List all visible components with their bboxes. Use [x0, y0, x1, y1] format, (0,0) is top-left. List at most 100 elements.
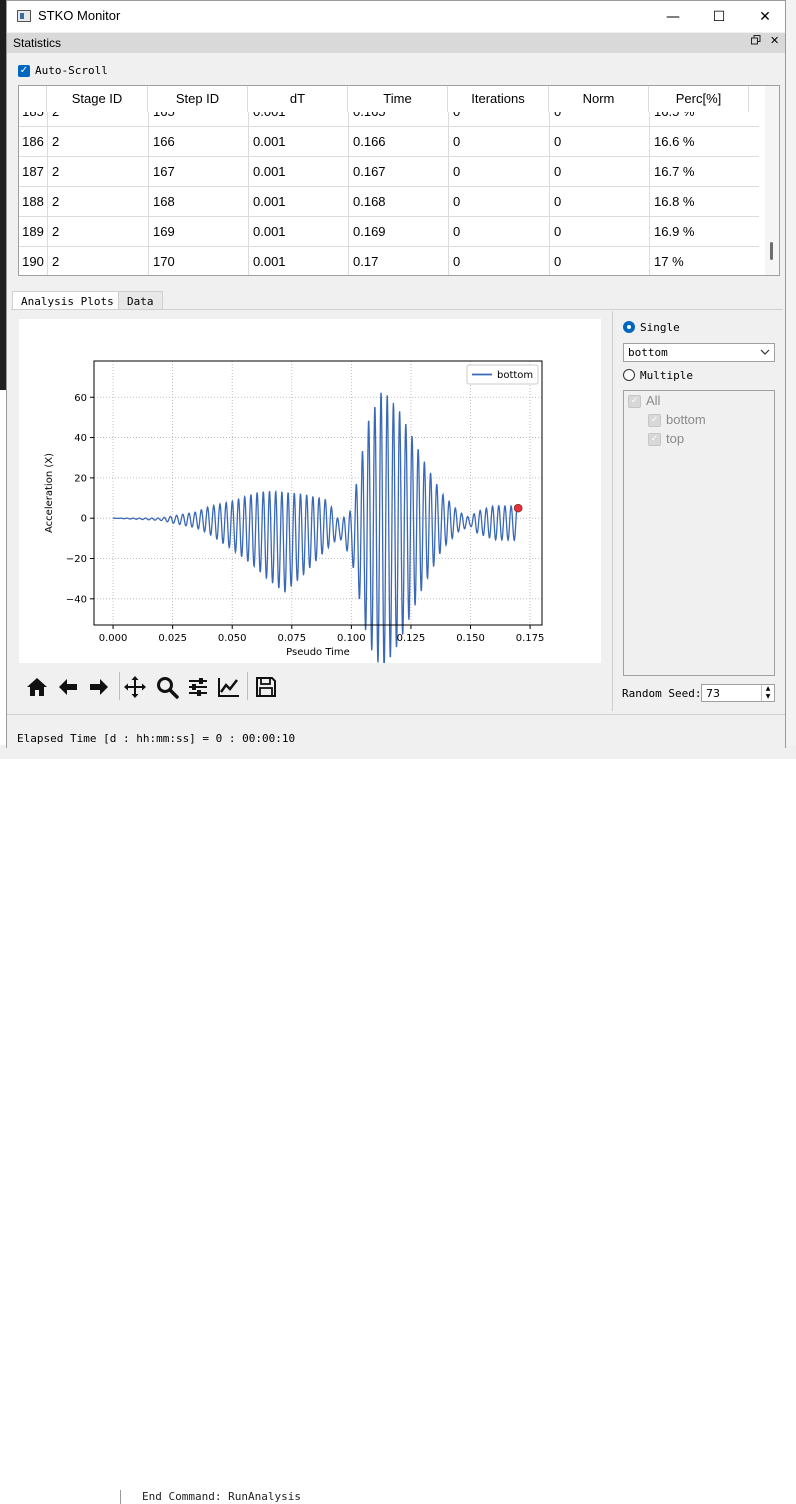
- tree-checkbox-all[interactable]: ✓: [628, 395, 641, 408]
- home-icon[interactable]: [25, 675, 49, 699]
- autoscroll-label: Auto-Scroll: [35, 64, 108, 77]
- row-number: 187: [19, 157, 47, 186]
- x-tick-label: 0.100: [337, 633, 366, 644]
- float-icon[interactable]: [751, 35, 761, 48]
- y-tick-label: −20: [66, 554, 87, 565]
- cell-dt: 0.001: [248, 247, 348, 275]
- cell-dt: 0.001: [248, 157, 348, 186]
- cell-iterations: 0: [448, 247, 549, 275]
- x-tick-label: 0.175: [516, 633, 545, 644]
- header-iterations[interactable]: Iterations: [448, 86, 549, 112]
- tree-label-top: top: [666, 431, 685, 446]
- x-tick-label: 0.000: [99, 633, 128, 644]
- edit-axis-icon[interactable]: [217, 675, 241, 699]
- x-tick-label: 0.150: [456, 633, 485, 644]
- corner-header[interactable]: [19, 86, 47, 112]
- row-number: 186: [19, 127, 47, 156]
- tab-data[interactable]: Data: [118, 291, 163, 310]
- header-stage-id[interactable]: Stage ID: [47, 86, 148, 112]
- dock-close-icon[interactable]: ✕: [770, 34, 779, 47]
- cell-step-id: 168: [148, 187, 248, 216]
- series-combobox[interactable]: bottom: [623, 343, 775, 362]
- cell-stage-id: 2: [47, 157, 148, 186]
- close-button[interactable]: ✕: [742, 1, 788, 32]
- close-icon: ✕: [759, 8, 771, 25]
- maximize-button[interactable]: ☐: [696, 1, 742, 32]
- single-radio[interactable]: [623, 321, 635, 333]
- random-seed-label: Random Seed:: [622, 687, 702, 700]
- cell-step-id: 169: [148, 217, 248, 246]
- y-tick-label: −40: [66, 594, 87, 605]
- y-tick-label: 0: [81, 514, 87, 525]
- cell-stage-id: 2: [47, 127, 148, 156]
- header-dt[interactable]: dT: [248, 86, 348, 112]
- table-header: Stage ID Step ID dT Time Iterations Norm…: [19, 86, 765, 112]
- cell-norm: 0: [549, 217, 649, 246]
- seed-value: 73: [706, 687, 720, 700]
- back-arrow-icon[interactable]: [56, 675, 80, 699]
- autoscroll-checkbox[interactable]: ✓: [18, 65, 30, 77]
- cell-dt: 0.001: [248, 187, 348, 216]
- header-time[interactable]: Time: [348, 86, 448, 112]
- table-row[interactable]: 189 2 169 0.001 0.169 0 0 16.9 %: [19, 217, 759, 247]
- spin-arrows-icon[interactable]: ▲ ▼: [761, 685, 774, 701]
- save-icon[interactable]: [254, 675, 278, 699]
- table-row[interactable]: 186 2 166 0.001 0.166 0 0 16.6 %: [19, 127, 759, 157]
- table-row[interactable]: 187 2 167 0.001 0.167 0 0 16.7 %: [19, 157, 759, 187]
- toolbar-separator: [119, 672, 120, 700]
- cell-perc: 16.7 %: [649, 157, 749, 186]
- header-norm[interactable]: Norm: [549, 86, 649, 112]
- stko-monitor-window: STKO Monitor — ☐ ✕ Statistics ✕ ✓ Auto-S…: [6, 0, 786, 748]
- row-number: 190: [19, 247, 47, 275]
- cell-step-id: 170: [148, 247, 248, 275]
- header-perc[interactable]: Perc[%]: [649, 86, 749, 112]
- cell-stage-id: 2: [47, 187, 148, 216]
- dock-title: Statistics: [13, 36, 62, 50]
- tab-label: Data: [127, 295, 154, 308]
- random-seed-spinbox[interactable]: 73 ▲ ▼: [701, 684, 775, 702]
- cell-dt: 0.001: [248, 217, 348, 246]
- cell-iterations: 0: [448, 157, 549, 186]
- tree-checkbox-top[interactable]: ✓: [648, 433, 661, 446]
- tree-checkbox-bottom[interactable]: ✓: [648, 414, 661, 427]
- y-tick-label: 20: [74, 473, 87, 484]
- y-tick-label: 40: [74, 433, 87, 444]
- current-value-marker: [513, 503, 523, 513]
- cell-stage-id: 2: [47, 217, 148, 246]
- toolbar-separator: [247, 672, 248, 700]
- y-tick-label: 60: [74, 393, 87, 404]
- minimize-button[interactable]: —: [650, 1, 696, 32]
- window-title: STKO Monitor: [38, 8, 121, 23]
- cell-time: 0.168: [348, 187, 448, 216]
- multiple-radio[interactable]: [623, 369, 635, 381]
- minimize-icon: —: [666, 8, 680, 25]
- series-tree: ✓ All ✓ bottom ✓ top: [623, 390, 775, 676]
- title-bar[interactable]: STKO Monitor — ☐ ✕: [7, 1, 785, 32]
- single-label: Single: [640, 321, 680, 334]
- forward-arrow-icon[interactable]: [87, 675, 111, 699]
- plot-canvas[interactable]: 0.000 0.025 0.050 0.075 0.100 0.125 0.150 0.175…: [19, 319, 601, 668]
- cell-perc: 16.9 %: [649, 217, 749, 246]
- cell-norm: 0: [549, 247, 649, 275]
- table-vertical-scrollbar[interactable]: [765, 86, 779, 275]
- zoom-icon[interactable]: [155, 675, 179, 699]
- table-row[interactable]: 190 2 170 0.001 0.17 0 0 17 %: [19, 247, 759, 275]
- axes-frame: [93, 360, 543, 626]
- pan-icon[interactable]: [123, 675, 147, 699]
- cell-iterations: 0: [448, 187, 549, 216]
- x-tick-label: 0.025: [158, 633, 187, 644]
- x-tick-label: 0.050: [218, 633, 247, 644]
- cell-time: 0.169: [348, 217, 448, 246]
- tree-label-bottom: bottom: [666, 412, 706, 427]
- table-row[interactable]: 188 2 168 0.001 0.168 0 0 16.8 %: [19, 187, 759, 217]
- cell-norm: 0: [549, 127, 649, 156]
- header-step-id[interactable]: Step ID: [148, 86, 248, 112]
- statistics-dock-header: Statistics ✕: [7, 33, 785, 53]
- y-axis-label: Acceleration (X): [44, 453, 55, 533]
- series-line-bottom: [113, 392, 519, 668]
- configure-subplots-icon[interactable]: [186, 675, 210, 699]
- scrollbar-thumb[interactable]: [770, 242, 773, 260]
- combo-value: bottom: [628, 346, 668, 359]
- console-text: End Command: RunAnalysis: [142, 1490, 301, 1503]
- tab-analysis-plots[interactable]: Analysis Plots: [12, 291, 123, 310]
